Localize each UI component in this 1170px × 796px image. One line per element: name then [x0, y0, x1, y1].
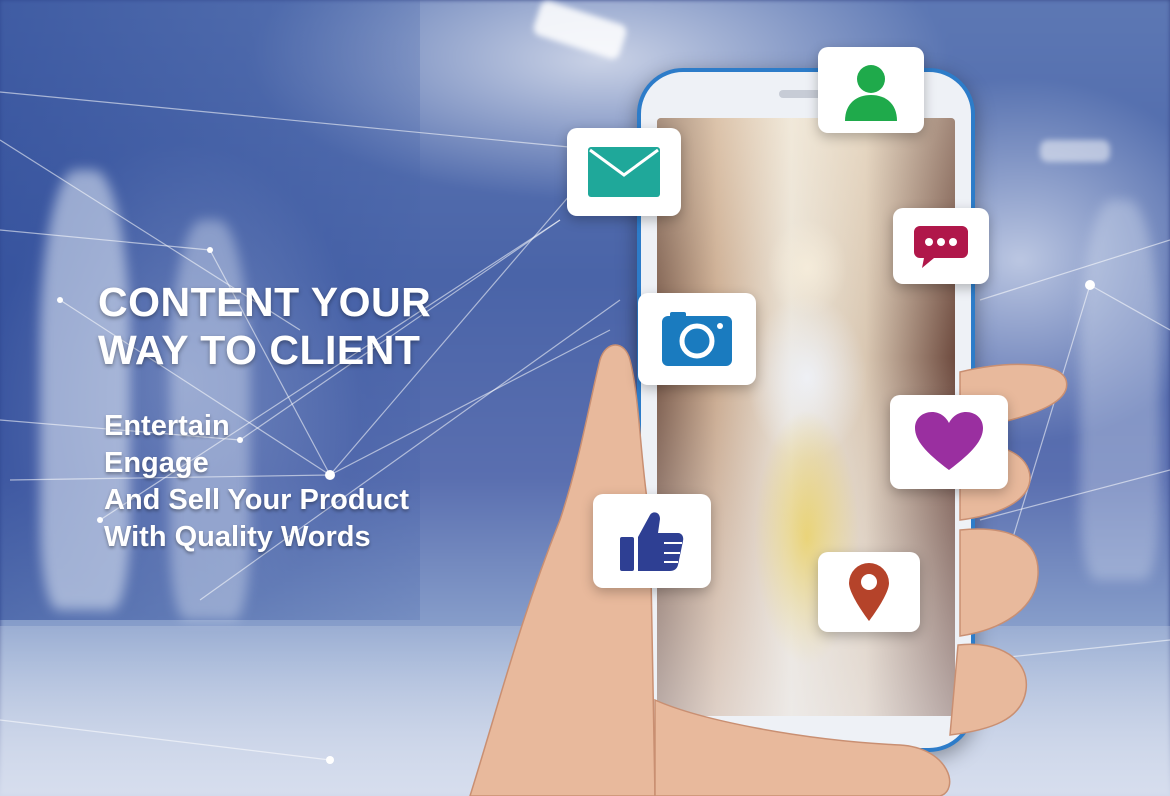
thumbs-up-icon — [620, 512, 684, 571]
heart-bubble — [890, 395, 1008, 489]
camera-icon — [662, 312, 732, 366]
photo-scene: CONTENT YOUR WAY TO CLIENT Entertain Eng… — [0, 0, 1170, 796]
mail-icon — [588, 147, 660, 197]
location-pin-icon — [849, 563, 889, 621]
thumbs-up-bubble — [593, 494, 711, 588]
heart-icon — [915, 412, 983, 470]
mail-bubble — [567, 128, 681, 216]
chat-bubble — [893, 208, 989, 284]
user-bubble — [818, 47, 924, 133]
camera-bubble — [638, 293, 756, 385]
chat-icon — [914, 226, 968, 268]
user-icon — [845, 65, 897, 121]
location-bubble — [818, 552, 920, 632]
